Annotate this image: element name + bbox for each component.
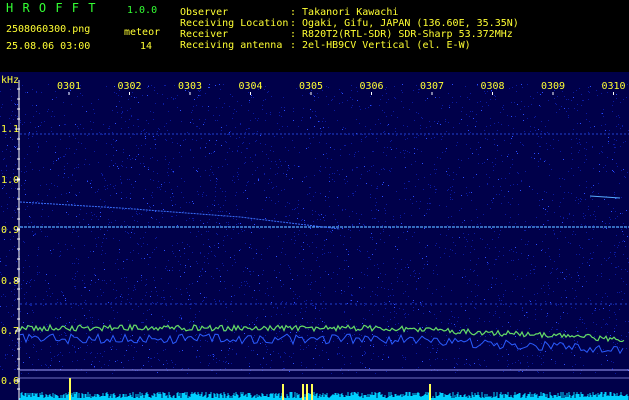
app-version: 1.0.0 xyxy=(127,5,158,16)
location-value: : Ogaki, Gifu, JAPAN (136.60E, 35.35N) xyxy=(290,18,519,29)
file-name: 2508060300.png xyxy=(6,24,91,35)
spectrogram-canvas: kHz1.11.00.90.80.70.60301 0302 0303 0304 030… xyxy=(0,72,629,400)
time-tick-label: 0301 xyxy=(57,81,81,92)
date-time: 25.08.06 03:00 xyxy=(6,41,91,52)
spectrogram: kHz 1.1 1.0 0.9 0.8 0.7 0.6 0301 0302 0303 0304 030… xyxy=(0,72,629,400)
location-label: Receiving Location xyxy=(180,18,289,29)
time-tick-label: 0303 xyxy=(178,81,202,92)
app-logo: H R O F F T xyxy=(6,1,97,15)
time-tick-label: 0305 xyxy=(299,81,323,92)
time-tick-label: 0308 xyxy=(480,81,504,92)
observer-label: Observer xyxy=(180,7,229,18)
time-tick-label: 0310 xyxy=(601,81,625,92)
spectrogram-background xyxy=(0,72,629,400)
time-tick-label: 0304 xyxy=(238,81,262,92)
antenna-value: : 2el-HB9CV Vertical (el. E-W) xyxy=(290,40,471,51)
time-tick-label: 0306 xyxy=(359,81,383,92)
time-tick-label: 0307 xyxy=(420,81,444,92)
observer-value: : Takanori Kawachi xyxy=(290,7,399,18)
time-tick-label: 0309 xyxy=(541,81,565,92)
antenna-label: Receiving antenna xyxy=(180,40,283,51)
receiver-value: : R820T2(RTL-SDR) SDR-Sharp 53.372MHz xyxy=(290,29,513,40)
freq-unit-label: kHz xyxy=(1,75,19,86)
header-panel: H R O F F T 1.0.0 2508060300.png meteor … xyxy=(0,0,629,72)
meteor-count: 14 xyxy=(140,41,153,52)
time-tick-label: 0302 xyxy=(117,81,141,92)
receiver-label: Receiver xyxy=(180,29,229,40)
meteor-label: meteor xyxy=(124,27,161,38)
